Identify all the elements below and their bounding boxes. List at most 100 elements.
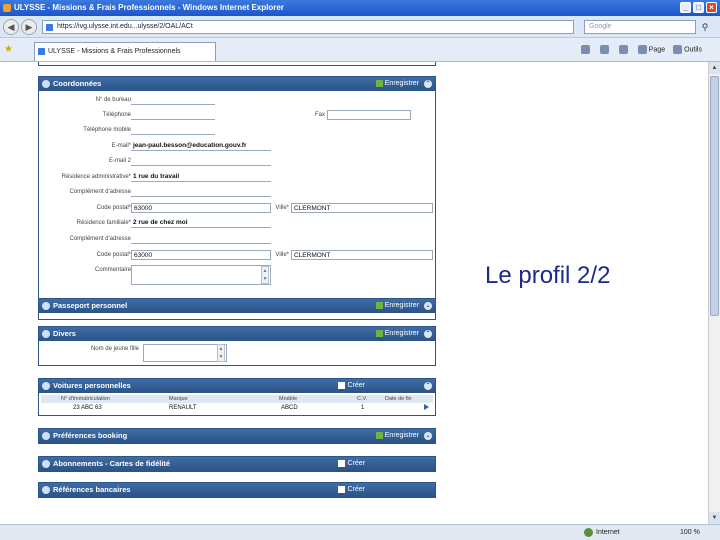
telephone-field[interactable] [131, 110, 215, 120]
ville2-field[interactable]: CLERMONT [291, 250, 433, 260]
open-row-icon[interactable] [424, 404, 429, 410]
back-button[interactable]: ◀ [3, 19, 19, 35]
section-icon [42, 382, 50, 390]
column-cv: C.V. [357, 396, 368, 402]
section-icon [42, 432, 50, 440]
window-controls: _ □ × [680, 2, 717, 13]
zoom-level[interactable]: 100 % [680, 525, 700, 540]
app-icon [3, 4, 11, 12]
label-residence: Résidence familiale* [76, 220, 131, 226]
complement2-field[interactable] [131, 234, 271, 244]
column-date-fin: Date de fin [385, 396, 412, 402]
collapse-icon[interactable]: ⌃ [424, 382, 432, 390]
label-cp1: Code postal* [96, 205, 131, 211]
title-bar: ULYSSE - Missions & Frais Professionnels… [0, 0, 720, 16]
collapse-icon[interactable]: ⌃ [424, 80, 432, 88]
tab-ulysse[interactable]: ULYSSE - Missions & Frais Professionnels [34, 42, 216, 61]
panel-header: Coordonnées Enregistrer ⌃ [39, 77, 435, 91]
cell-cv: 1 [361, 405, 365, 411]
page-menu[interactable]: Page [637, 45, 665, 54]
commentaire-field[interactable] [131, 265, 271, 285]
window-title: ULYSSE - Missions & Frais Professionnels… [14, 3, 284, 12]
panel-passeport: Passeport personnel Enregistrer ⌄ [38, 298, 436, 320]
address-bar: ◀ ▶ https://ivg.ulysse.int.edu...ulysse/… [0, 16, 720, 38]
cell-modele: ABCD [281, 405, 298, 411]
favorites-star-icon[interactable]: ★ [4, 44, 13, 55]
home-icon[interactable] [580, 45, 592, 54]
search-input[interactable]: Google [584, 20, 696, 34]
complement1-field[interactable] [131, 187, 271, 197]
ville1-field[interactable]: CLERMONT [291, 203, 433, 213]
scroll-up-icon[interactable]: ▲ [709, 62, 720, 74]
maximize-icon[interactable]: □ [693, 2, 704, 13]
scroll-thumb[interactable] [710, 76, 719, 316]
save-button[interactable]: Enregistrer [375, 327, 419, 341]
globe-icon [584, 527, 593, 537]
previous-panel-edge [38, 62, 436, 66]
create-button[interactable]: Créer [338, 457, 365, 471]
section-icon [42, 460, 50, 468]
panel-header: Références bancaires Créer [39, 483, 435, 497]
save-button[interactable]: Enregistrer [375, 299, 419, 313]
panel-header: Préférences booking Enregistrer ⌄ [39, 429, 435, 443]
section-icon [42, 80, 50, 88]
save-icon [375, 79, 383, 87]
label-fax: Fax [314, 112, 325, 118]
panel-coordonnees: Coordonnées Enregistrer ⌃ N° de bureau T… [38, 76, 436, 300]
close-icon[interactable]: × [706, 2, 717, 13]
label-email2: E-mail 2 [108, 158, 131, 164]
label-complement1: Complément d'adresse [69, 189, 131, 195]
email-field[interactable]: jean-paul.besson@education.gouv.fr [131, 141, 271, 151]
status-bar: Internet 100 % [0, 524, 720, 540]
collapse-icon[interactable]: ⌃ [424, 330, 432, 338]
minimize-icon[interactable]: _ [680, 2, 691, 13]
label-nom-jeune-fille: Nom de jeune fille [90, 346, 139, 352]
label-email: E-mail* [111, 143, 131, 149]
panel-header: Divers Enregistrer ⌃ [39, 327, 435, 341]
forward-button[interactable]: ▶ [21, 19, 37, 35]
feeds-icon[interactable] [599, 45, 611, 54]
tab-page-icon [38, 48, 45, 55]
panel-voitures: Voitures personnelles Créer ⌃ N° d'immat… [38, 378, 436, 416]
section-icon [42, 486, 50, 494]
fax-field[interactable] [327, 110, 411, 120]
page-content: Coordonnées Enregistrer ⌃ N° de bureau T… [0, 62, 708, 524]
expand-icon[interactable]: ⌄ [424, 432, 432, 440]
url-input[interactable]: https://ivg.ulysse.int.edu...ulysse/2/OA… [42, 20, 574, 34]
print-icon[interactable] [618, 45, 630, 54]
tools-menu[interactable]: Outils [673, 45, 702, 54]
residence-field[interactable]: 2 rue de chez moi [131, 218, 271, 228]
email2-field[interactable] [131, 156, 271, 166]
create-button[interactable]: Créer [338, 379, 365, 393]
section-icon [42, 330, 50, 338]
cell-marque: RENAULT [169, 405, 197, 411]
nom-jeune-fille-field[interactable] [143, 344, 227, 362]
panel-header: Passeport personnel Enregistrer ⌄ [39, 299, 435, 313]
mobile-field[interactable] [131, 125, 215, 135]
save-button[interactable]: Enregistrer [375, 77, 419, 91]
panel-header: Abonnements - Cartes de fidélité Créer [39, 457, 435, 471]
label-telephone: Téléphone [102, 112, 131, 118]
create-button[interactable]: Créer [338, 483, 365, 497]
table-row[interactable]: 23 ABC 63 RENAULT ABCD 1 [41, 404, 433, 413]
document-icon [338, 381, 346, 389]
panel-header: Voitures personnelles Créer ⌃ [39, 379, 435, 393]
nom-jeune-fille-scroll[interactable]: ▲ ▼ [217, 344, 225, 362]
label-cp2: Code postal* [96, 252, 131, 258]
search-icon[interactable]: ⚲ [698, 20, 712, 34]
label-commentaire: Commentaire [94, 267, 131, 273]
slide-caption: Le profil 2/2 [485, 262, 611, 289]
browser-window: ULYSSE - Missions & Frais Professionnels… [0, 0, 720, 540]
page-icon [46, 24, 53, 31]
expand-icon[interactable]: ⌄ [424, 302, 432, 310]
panel-divers: Divers Enregistrer ⌃ Nom de jeune fille … [38, 326, 436, 366]
table-header: N° d'immatriculation Marque Modèle C.V. … [41, 395, 433, 403]
adresse-admin-field[interactable]: 1 rue du travail [131, 172, 271, 182]
panel-references: Références bancaires Créer [38, 482, 436, 498]
bureau-field[interactable] [131, 95, 215, 105]
commentaire-scroll[interactable]: ▲ ▼ [261, 266, 269, 284]
label-complement2: Complément d'adresse [69, 236, 131, 242]
scroll-down-icon[interactable]: ▼ [709, 512, 720, 524]
save-button[interactable]: Enregistrer [375, 429, 419, 443]
vertical-scrollbar[interactable]: ▲ ▼ [708, 62, 720, 524]
